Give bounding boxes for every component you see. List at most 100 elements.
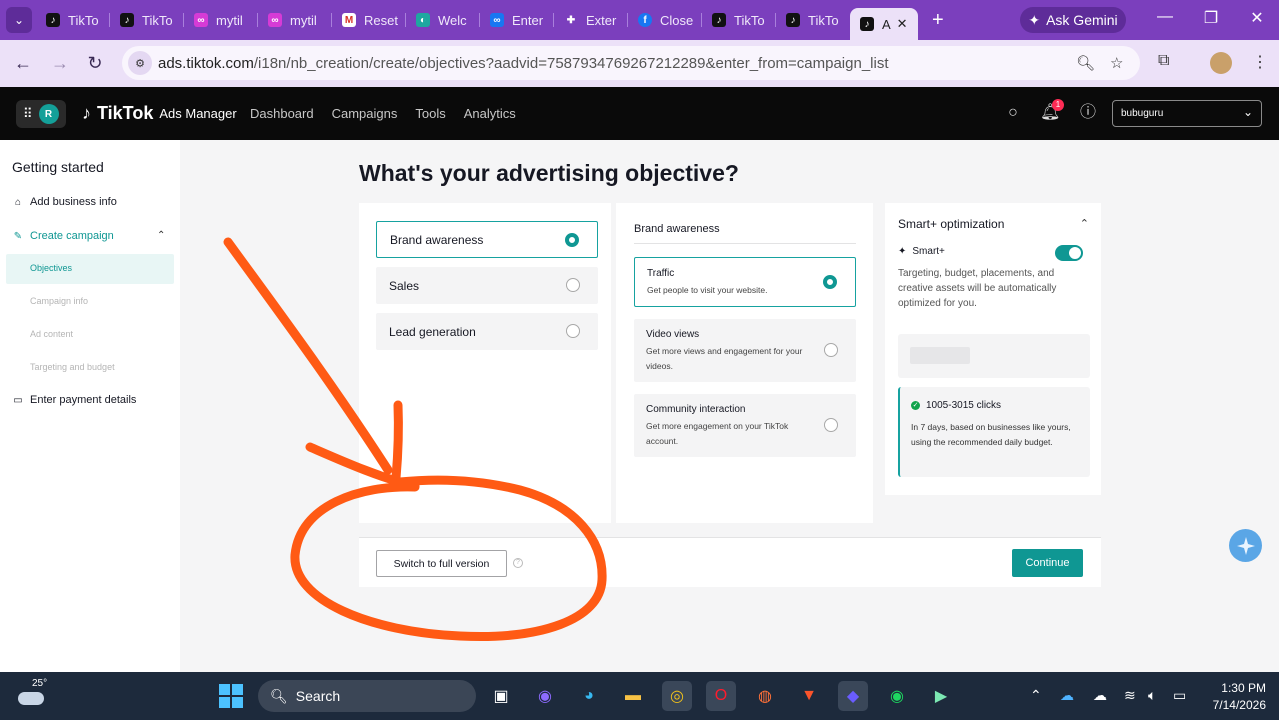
- close-icon[interactable]: ✕: [897, 16, 908, 32]
- browser-tab-active[interactable]: ♪ A ✕: [850, 8, 918, 40]
- task-view-icon[interactable]: ▣: [486, 681, 516, 711]
- file-explorer-icon[interactable]: ▬: [618, 681, 648, 711]
- close-window-button[interactable]: ✕: [1242, 8, 1272, 28]
- continue-button[interactable]: Continue: [1012, 549, 1083, 577]
- ask-gemini-button[interactable]: ✦ Ask Gemini: [1020, 7, 1126, 33]
- browser-tab[interactable]: ♪ TikTo: [36, 4, 110, 36]
- sidebar-step-objectives[interactable]: Objectives: [30, 263, 72, 273]
- estimate-title: 1005-3015 clicks: [926, 400, 1002, 411]
- sidebar-item-add-business[interactable]: ⌂ Add business info: [12, 196, 117, 208]
- brave-icon[interactable]: ▼: [794, 681, 824, 711]
- tab-label: Welc: [438, 12, 467, 28]
- radio-selected[interactable]: [565, 233, 579, 247]
- battery-icon[interactable]: ▭: [1173, 687, 1186, 704]
- radio-selected[interactable]: [823, 275, 837, 289]
- brand-logo[interactable]: ♪ TikTok Ads Manager: [82, 103, 237, 124]
- radio[interactable]: [824, 343, 838, 357]
- goal-community-interaction[interactable]: Community interaction Get more engagemen…: [634, 394, 856, 457]
- firefox-icon[interactable]: ◍: [750, 681, 780, 711]
- facebook-icon: f: [638, 13, 652, 27]
- bookmark-star-icon[interactable]: ☆: [1110, 54, 1123, 72]
- new-tab-button[interactable]: +: [932, 9, 956, 32]
- address-bar[interactable]: ⚙ ads.tiktok.com/i18n/nb_creation/create…: [122, 46, 1140, 80]
- weather-widget[interactable]: 25°: [18, 678, 48, 710]
- goal-desc: Get more views and engagement for your v…: [646, 346, 803, 371]
- account-selector[interactable]: bubuguru ⌄: [1112, 100, 1262, 127]
- sidebar-item-payment[interactable]: ▭ Enter payment details: [12, 394, 136, 406]
- brand-sub: Ads Manager: [159, 106, 237, 121]
- restore-button[interactable]: ❐: [1196, 8, 1226, 28]
- chrome-icon[interactable]: ◎: [662, 681, 692, 711]
- meta-icon: ∞: [490, 13, 504, 27]
- help-icon[interactable]: ?: [513, 558, 523, 568]
- app-icon[interactable]: ◆: [838, 681, 868, 711]
- home-icon: ⌂: [14, 196, 22, 208]
- radio[interactable]: [824, 418, 838, 432]
- browser-tab[interactable]: ∞ mytil: [258, 4, 332, 36]
- goal-title: Traffic: [647, 268, 675, 279]
- spotify-icon[interactable]: ◉: [882, 681, 912, 711]
- taskbar-search[interactable]: 🔍︎ Search: [258, 680, 476, 712]
- tab-label: mytil: [290, 12, 317, 28]
- browser-menu-icon[interactable]: ⋮: [1252, 52, 1268, 72]
- browser-tab[interactable]: ∞ Enter: [480, 4, 554, 36]
- edge-icon[interactable]: ◕: [574, 681, 604, 711]
- browser-tab[interactable]: ♪ TikTo: [702, 4, 776, 36]
- system-clock[interactable]: 1:30 PM 7/14/2026: [1200, 680, 1266, 714]
- sidebar-item-label: Add business info: [30, 196, 117, 208]
- site-info-icon[interactable]: ⚙: [128, 51, 152, 75]
- forward-button[interactable]: →: [49, 52, 71, 74]
- minimize-button[interactable]: —: [1150, 8, 1180, 26]
- windows-start-icon[interactable]: [219, 684, 243, 708]
- zoom-icon[interactable]: 🔍︎: [1076, 54, 1095, 72]
- browser-tab[interactable]: ∞ mytil: [184, 4, 258, 36]
- browser-toolbar: ← → ↻ ⚙ ads.tiktok.com/i18n/nb_creation/…: [0, 40, 1279, 87]
- nav-campaigns[interactable]: Campaigns: [332, 106, 398, 121]
- volume-icon[interactable]: 🔈︎: [1148, 687, 1156, 704]
- radio[interactable]: [566, 278, 580, 292]
- reload-button[interactable]: ↻: [84, 52, 106, 74]
- tab-search-button[interactable]: ⌄: [6, 7, 32, 33]
- chevron-up-icon[interactable]: ⌃: [157, 230, 165, 241]
- nav-tools[interactable]: Tools: [415, 106, 445, 121]
- goal-video-views[interactable]: Video views Get more views and engagemen…: [634, 319, 856, 382]
- assistant-button[interactable]: [1229, 529, 1262, 562]
- clock-date: 7/14/2026: [1212, 698, 1266, 712]
- nav-analytics[interactable]: Analytics: [464, 106, 516, 121]
- cloud-sync-icon[interactable]: ☁: [1093, 687, 1107, 704]
- browser-tab[interactable]: ✚ Exter: [554, 4, 628, 36]
- objective-brand-awareness[interactable]: Brand awareness: [376, 221, 598, 258]
- profile-avatar[interactable]: [1210, 52, 1232, 74]
- onedrive-icon[interactable]: ☁: [1060, 687, 1074, 704]
- switch-full-version-button[interactable]: Switch to full version: [376, 550, 507, 577]
- sidebar: Getting started ⌂ Add business info ✎ Cr…: [0, 140, 180, 672]
- wifi-icon[interactable]: ≋: [1124, 687, 1136, 704]
- goals-heading: Brand awareness: [634, 223, 720, 235]
- browser-tab[interactable]: ◐ Welc: [406, 4, 480, 36]
- search-icon[interactable]: ○: [1003, 103, 1023, 123]
- back-button[interactable]: ←: [12, 52, 34, 74]
- smart-toggle[interactable]: [1055, 245, 1083, 261]
- goal-traffic[interactable]: Traffic Get people to visit your website…: [634, 257, 856, 307]
- objective-label: Sales: [389, 278, 420, 293]
- sidebar-item-create-campaign[interactable]: ✎ Create campaign: [12, 230, 114, 242]
- objective-lead-generation[interactable]: Lead generation: [376, 313, 598, 350]
- radio[interactable]: [566, 324, 580, 338]
- play-icon[interactable]: ▶: [926, 681, 956, 711]
- opera-icon[interactable]: O: [706, 681, 736, 711]
- nav-dashboard[interactable]: Dashboard: [250, 106, 314, 121]
- browser-tab[interactable]: ♪ TikTo: [776, 4, 850, 36]
- teams-icon[interactable]: ◉: [530, 681, 560, 711]
- help-icon[interactable]: ⓘ: [1078, 103, 1098, 123]
- browser-tab[interactable]: ♪ TikTo: [110, 4, 184, 36]
- extensions-icon[interactable]: ⧉: [1158, 52, 1169, 70]
- chevron-up-icon[interactable]: ⌃: [1080, 217, 1089, 230]
- tab-label: TikTo: [142, 12, 173, 28]
- tab-label: TikTo: [734, 12, 765, 28]
- browser-tab[interactable]: f Close: [628, 4, 702, 36]
- objective-sales[interactable]: Sales: [376, 267, 598, 304]
- brand-name: TikTok: [97, 103, 154, 123]
- browser-tab[interactable]: M Reset: [332, 4, 406, 36]
- apps-menu-button[interactable]: ⠿ R: [16, 100, 66, 128]
- chevron-up-icon[interactable]: ⌃: [1030, 687, 1042, 704]
